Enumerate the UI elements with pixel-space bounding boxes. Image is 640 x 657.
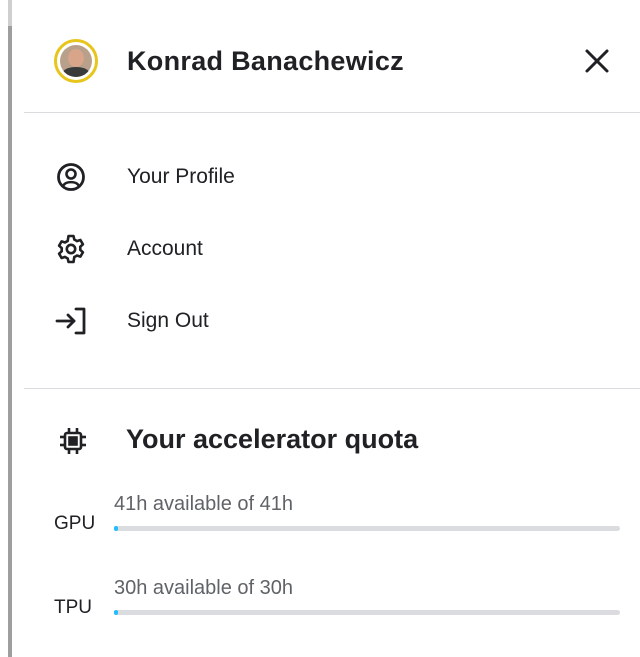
quota-kind: TPU — [54, 597, 92, 618]
quota-kind: GPU — [54, 513, 96, 534]
quota-row-gpu: GPU 41h available of 41h — [24, 493, 640, 543]
menu-item-label: Your Profile — [127, 165, 235, 188]
quota-row-tpu: TPU 30h available of 30h — [24, 577, 640, 627]
quota-progress-track — [114, 610, 620, 615]
sign-out-icon — [54, 304, 88, 338]
close-button[interactable] — [582, 46, 612, 76]
avatar-shirt — [62, 67, 90, 77]
background-page-edge — [0, 0, 24, 657]
avatar-photo — [60, 45, 92, 77]
quota-progress-track — [114, 526, 620, 531]
quota-status: 30h available of 30h — [114, 577, 294, 599]
section-divider — [24, 388, 640, 389]
avatar-face — [68, 49, 84, 67]
quota-progress-fill — [114, 610, 118, 615]
quota-status: 41h available of 41h — [114, 493, 294, 515]
user-menu-header: Konrad Banachewicz — [24, 0, 640, 113]
user-name: Konrad Banachewicz — [127, 46, 404, 76]
menu-item-label: Account — [127, 237, 203, 260]
scroll-edge-top — [8, 0, 12, 26]
scroll-edge — [8, 0, 12, 657]
quota-progress-fill — [114, 526, 118, 531]
menu-item-your-profile[interactable]: Your Profile — [24, 151, 640, 201]
menu-item-sign-out[interactable]: Sign Out — [24, 295, 640, 345]
avatar[interactable] — [54, 39, 98, 83]
gear-icon — [54, 232, 88, 266]
page: Konrad Banachewicz Your Profile Account … — [0, 0, 640, 657]
quota-title: Your accelerator quota — [126, 424, 419, 454]
chip-icon — [56, 424, 90, 458]
menu-item-account[interactable]: Account — [24, 223, 640, 273]
profile-icon — [54, 160, 88, 194]
close-icon — [585, 49, 609, 73]
menu-item-label: Sign Out — [127, 309, 209, 332]
user-menu-panel: Konrad Banachewicz Your Profile Account … — [24, 0, 640, 657]
